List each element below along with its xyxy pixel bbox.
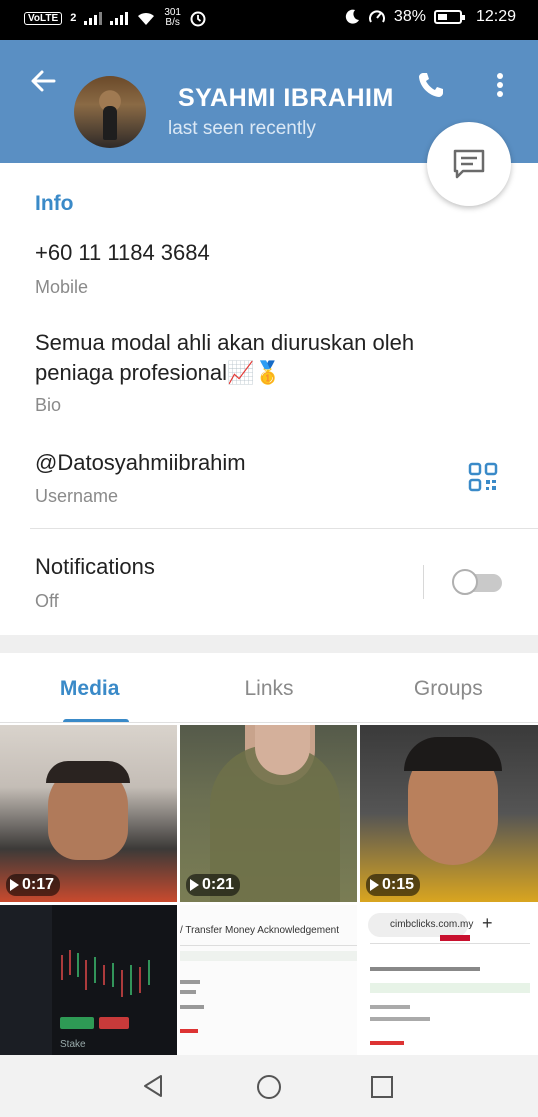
username[interactable]: @Datosyahmiibrahim [35,450,246,476]
chat-icon [453,149,485,179]
network-speed: 301 B/s [164,7,181,28]
status-bar: VoLTE 2 301 B/s 38% 12:29 [0,0,538,40]
moon-icon [345,9,359,24]
battery-percent: 38% [393,8,426,25]
more-vertical-icon[interactable] [490,70,510,100]
tab-groups[interactable]: Groups [359,653,538,723]
shared-media-tabs: Media Links Groups [0,653,538,723]
bio-line-2: peniaga profesional📈🥇 [35,360,282,385]
media-photo-transfer-receipt[interactable]: / Transfer Money Acknowledgement [180,905,357,1055]
signal-icon [84,11,103,25]
media-photo-bank-screenshot[interactable]: cimbclicks.com.my + [360,905,538,1055]
bio-line-1: Semua modal ahli akan diuruskan oleh [35,330,415,355]
divider [30,528,538,529]
play-icon [370,879,379,891]
media-video-2[interactable]: 0:21 [180,725,357,902]
bio-label: Bio [35,395,62,415]
media-photo-trading-chart[interactable]: Stake [0,905,177,1055]
section-gap [0,635,538,653]
message-button[interactable] [427,122,511,206]
phone-label: Mobile [35,277,89,297]
plus-icon: + [482,913,493,933]
candlestick-thumbnail [0,905,150,1055]
media-video-1[interactable]: 0:17 [0,725,177,902]
back-arrow-icon[interactable] [28,66,58,96]
battery-icon [433,10,465,24]
notifications-title[interactable]: Notifications [35,554,155,580]
avatar[interactable] [74,76,146,148]
contact-name: SYAHMI IBRAHIM [178,84,393,112]
photo-url: cimbclicks.com.my [390,919,474,930]
play-icon [10,879,19,891]
video-duration: 0:15 [366,874,421,896]
wifi-icon [138,12,155,25]
username-label: Username [35,486,119,506]
tab-divider [0,722,538,723]
speedometer-icon [368,10,385,23]
last-seen-status: last seen recently [168,118,316,139]
video-duration: 0:17 [6,874,61,896]
tab-media[interactable]: Media [0,653,179,723]
notifications-state: Off [35,591,59,611]
back-nav-icon[interactable] [141,1074,165,1098]
phone-number[interactable]: +60 11 1184 3684 [35,240,210,266]
alarm-icon [190,11,206,27]
system-navigation-bar [0,1055,538,1117]
tab-links[interactable]: Links [179,653,358,723]
home-nav-icon[interactable] [256,1074,282,1100]
sim-number: 2 [70,12,77,24]
volte-badge: VoLTE [24,11,63,25]
phone-icon[interactable] [416,70,446,100]
clock: 12:29 [475,8,516,25]
vertical-separator [423,565,424,599]
signal-icon-2 [110,11,129,25]
notifications-toggle[interactable] [452,569,502,595]
recents-nav-icon[interactable] [370,1075,394,1099]
play-icon [190,879,199,891]
photo-caption: / Transfer Money Acknowledgement [180,925,339,936]
media-video-3[interactable]: 0:15 [360,725,538,902]
photo-caption: Stake [60,1039,86,1050]
info-section-title: Info [35,192,74,215]
video-duration: 0:21 [186,874,241,896]
qr-code-icon[interactable] [468,462,498,492]
